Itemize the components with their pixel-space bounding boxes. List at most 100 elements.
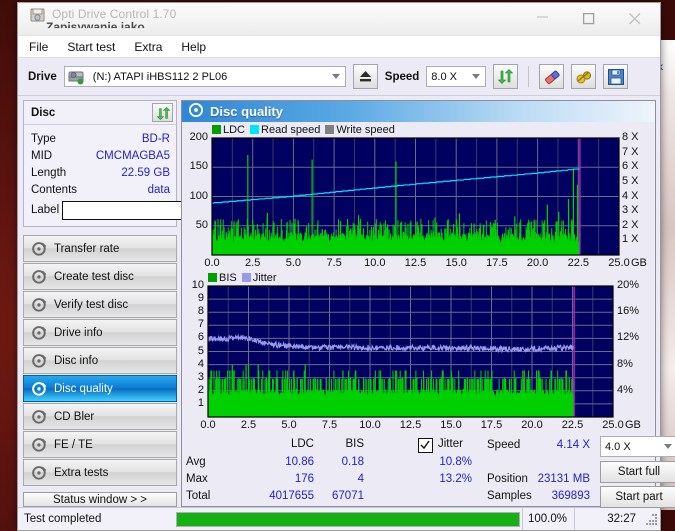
sidebar-item-create-test-disc[interactable]: Create test disc <box>23 263 177 290</box>
stats-max-bis: 4 <box>357 473 364 485</box>
sidebar-item-fe-te[interactable]: FE / TE <box>23 431 177 458</box>
y2-axis-tick: 2 X <box>622 218 639 231</box>
eject-button[interactable] <box>352 64 378 89</box>
tools-button[interactable] <box>571 64 597 89</box>
disc-refresh-button[interactable] <box>152 103 173 122</box>
menu-item-extra[interactable]: Extra <box>132 39 164 55</box>
stats-total-bis: 67071 <box>332 490 364 502</box>
y-axis-tick: 8 <box>197 305 204 318</box>
legend-swatch <box>325 125 335 134</box>
sidebar-item-label: Transfer rate <box>54 242 120 255</box>
stats-max-ldc: 176 <box>294 473 314 485</box>
y2-axis-tick: 3 X <box>622 204 639 217</box>
menu-item-file[interactable]: File <box>27 39 50 55</box>
drive-select[interactable]: (N:) ATAPI iHBS112 2 PL06 <box>63 66 346 87</box>
x-axis-tick: 0.0 <box>200 419 216 431</box>
x-axis-tick: 17.5 <box>480 419 503 431</box>
legend-label: Read speed <box>261 124 321 136</box>
speed-select-value: 8.0 X <box>431 70 457 83</box>
minimize-button[interactable] <box>522 3 568 32</box>
elapsed-time: 32:27 <box>574 508 644 530</box>
x-axis-tick: 25.0 <box>602 419 624 431</box>
close-icon <box>629 13 641 25</box>
grip-dot <box>652 523 654 525</box>
chart-legend: LDC Read speed Write speed <box>212 124 399 136</box>
drive-info-icon <box>32 325 47 340</box>
x-axis-tick: 2.5 <box>245 257 261 269</box>
stats-avg-bis: 0.18 <box>341 456 364 468</box>
status-text: Test completed <box>24 513 102 525</box>
x-axis-label: GB <box>625 419 641 431</box>
disc-burn-icon <box>32 269 47 284</box>
sidebar-item-label: Create test disc <box>54 270 134 283</box>
stats-row-avg-label: Avg <box>186 456 206 468</box>
maximize-icon <box>583 13 595 25</box>
disc-extra-icon <box>32 465 47 480</box>
menu-item-help[interactable]: Help <box>179 39 208 55</box>
sidebar-item-extra-tests[interactable]: Extra tests <box>23 459 177 486</box>
start-part-button[interactable]: Start part <box>600 486 675 508</box>
disc-info-icon <box>32 353 47 368</box>
legend-swatch <box>250 125 260 134</box>
x-axis-tick: 17.5 <box>486 257 508 269</box>
eraser-button[interactable] <box>539 64 565 89</box>
disc-quality-icon <box>32 381 47 396</box>
stats-speed-label: Speed <box>487 439 521 451</box>
status-window-button[interactable]: Status window > > <box>23 492 177 507</box>
chart-ldc-speed[interactable]: LDC Read speed Write speed 50 100 150 200 1 X 2 … <box>184 124 653 272</box>
grip-dot <box>649 523 651 525</box>
menu-item-start-test[interactable]: Start test <box>65 39 117 55</box>
refresh-button[interactable] <box>493 64 519 89</box>
disc-label-key: Label <box>31 204 60 216</box>
sidebar-item-verify-test-disc[interactable]: Verify test disc <box>23 291 177 318</box>
panel-title: Disc quality <box>210 104 283 119</box>
disc-field-contents: Contents data <box>31 181 170 198</box>
minimize-icon <box>537 16 548 18</box>
close-button[interactable] <box>614 3 660 32</box>
sidebar-item-cd-bler[interactable]: CD Bler <box>23 403 177 430</box>
x-axis-tick: 20.0 <box>521 419 543 431</box>
jitter-checkbox[interactable] <box>418 438 433 453</box>
disc-test-icon <box>32 241 47 256</box>
sidebar-item-label: CD Bler <box>54 410 95 423</box>
save-button[interactable] <box>603 64 629 89</box>
check-icon <box>420 440 430 450</box>
eject-icon <box>359 71 371 82</box>
y-axis-tick: 10 <box>191 279 204 291</box>
legend-swatch <box>208 273 217 282</box>
menu-bar: File Start test Extra Help <box>18 36 660 58</box>
sidebar-item-disc-quality[interactable]: Disc quality <box>23 375 177 402</box>
start-full-button[interactable]: Start full <box>600 461 675 483</box>
stats-header-ldc: LDC <box>290 438 314 450</box>
stats-row-max-label: Max <box>186 473 208 485</box>
panel-header: Disc quality <box>182 101 655 122</box>
y2-axis-tick: 16% <box>617 305 640 318</box>
save-floppy-icon <box>608 69 625 85</box>
drive-icon <box>68 69 85 85</box>
grip-dot <box>652 520 654 522</box>
chevron-down-icon <box>331 74 340 79</box>
refresh-icon <box>498 69 514 84</box>
disc-field-contents-key: Contents <box>31 183 78 196</box>
chart-plot <box>211 137 620 256</box>
legend-swatch <box>241 273 251 282</box>
sidebar-item-disc-info[interactable]: Disc info <box>23 347 177 374</box>
maximize-button[interactable] <box>568 3 614 32</box>
app-icon <box>29 6 47 24</box>
test-speed-select[interactable]: 4.0 X <box>600 436 675 457</box>
refresh-icon <box>156 106 171 121</box>
sidebar-item-transfer-rate[interactable]: Transfer rate <box>23 235 177 262</box>
y2-axis-tick: 5 X <box>622 174 639 187</box>
y-axis-tick: 200 <box>189 131 208 143</box>
x-axis-tick: 12.5 <box>404 257 427 269</box>
y2-axis-tick: 4 X <box>622 189 639 202</box>
window-title: Opti Drive Control 1.70 <box>52 7 177 21</box>
chevron-down-icon <box>472 74 481 79</box>
disc-panel: Disc Type BD-R MID CMCMAGBA5 Length 22.5… <box>23 100 268 227</box>
sidebar-item-drive-info[interactable]: Drive info <box>23 319 177 346</box>
toolbar-divider <box>528 66 530 87</box>
resize-grip[interactable] <box>644 512 658 526</box>
chevron-down-icon <box>664 444 672 449</box>
speed-select[interactable]: 8.0 X <box>426 66 487 87</box>
chart-bis-jitter[interactable]: BIS Jitter 1 2 3 4 5 6 7 8 9 10 4% 8% 12% 16% 20% 0.0 2.5 5… <box>184 272 653 434</box>
